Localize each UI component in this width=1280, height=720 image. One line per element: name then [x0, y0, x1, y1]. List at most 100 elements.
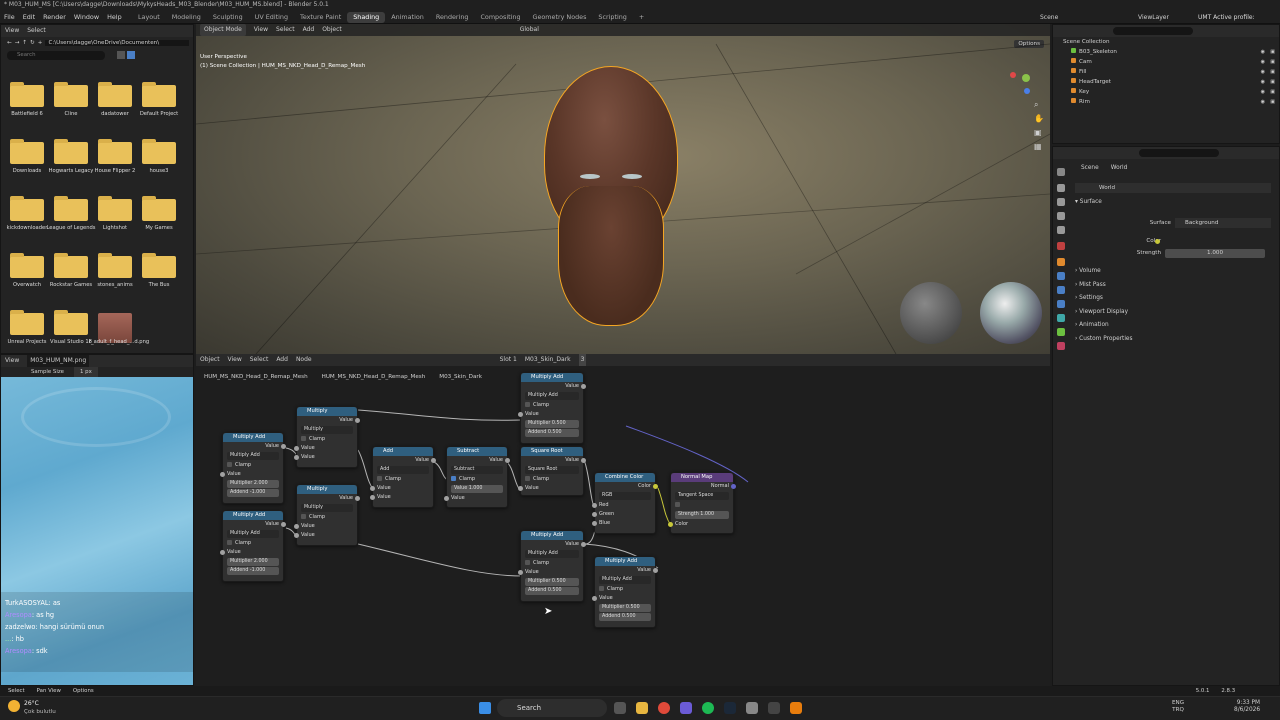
node-clamp[interactable]: Clamp — [595, 585, 655, 594]
folder-icon[interactable] — [98, 253, 132, 278]
properties-panel-header[interactable]: › Custom Properties — [1075, 333, 1133, 347]
input-socket[interactable] — [294, 524, 299, 529]
3d-viewport[interactable]: Object Mode View Select Add Object Globa… — [196, 24, 1050, 354]
node-clamp[interactable]: Clamp — [223, 539, 283, 548]
tab-animation[interactable]: Animation — [385, 12, 430, 23]
node-clamp[interactable]: Clamp — [297, 513, 357, 522]
addend-field[interactable]: Addend 0.500 — [525, 587, 579, 595]
outliner-item[interactable]: Key ◉ ▣ — [1053, 87, 1279, 97]
uv-map-icon[interactable] — [675, 502, 680, 507]
menu-window[interactable]: Window — [74, 12, 99, 23]
back-icon[interactable]: ← — [7, 40, 12, 46]
input-socket[interactable] — [220, 550, 225, 555]
outliner-item[interactable]: Cam ◉ ▣ — [1053, 57, 1279, 67]
tab-sculpting[interactable]: Sculpting — [207, 12, 249, 23]
tab-layout[interactable]: Layout — [132, 12, 166, 23]
render-tab-icon[interactable] — [1057, 184, 1065, 192]
clamp-checkbox[interactable] — [227, 462, 232, 467]
tab-shading[interactable]: Shading — [347, 12, 386, 23]
properties-panel-header[interactable]: › Animation — [1075, 319, 1133, 333]
output-socket[interactable] — [581, 542, 586, 547]
addend-field[interactable]: Addend -1.000 — [227, 489, 279, 497]
outliner-root[interactable]: Scene Collection — [1053, 37, 1279, 47]
render-visibility-icon[interactable]: ▣ — [1270, 77, 1275, 87]
render-visibility-icon[interactable]: ▣ — [1270, 47, 1275, 57]
node-clamp[interactable]: Clamp — [521, 559, 583, 568]
folder-icon[interactable] — [142, 82, 176, 107]
node-operation[interactable]: Add — [377, 466, 429, 474]
tool-tab-icon[interactable] — [1057, 168, 1065, 176]
output-socket[interactable] — [581, 384, 586, 389]
input-socket[interactable] — [294, 533, 299, 538]
node-clamp[interactable]: Clamp — [373, 475, 433, 484]
particles-tab-icon[interactable] — [1057, 286, 1065, 294]
pan-icon[interactable]: ✋ — [1034, 114, 1044, 123]
taskbar-search[interactable]: Search — [497, 699, 607, 717]
world-tab-icon[interactable] — [1057, 242, 1065, 250]
tab-texture-paint[interactable]: Texture Paint — [294, 12, 347, 23]
zoom-icon[interactable]: ⌕ — [1034, 100, 1038, 110]
display-mode-icon[interactable] — [117, 51, 125, 59]
folder-icon[interactable] — [98, 196, 132, 221]
node-clamp[interactable]: Clamp — [521, 475, 583, 484]
visibility-eye-icon[interactable]: ◉ — [1261, 77, 1265, 87]
value-field[interactable]: Value 1.000 — [451, 485, 503, 493]
input-socket[interactable] — [668, 522, 673, 527]
input-socket[interactable] — [444, 496, 449, 501]
data-tab-icon[interactable] — [1057, 328, 1065, 336]
view-layer[interactable]: ViewLayer — [1138, 12, 1169, 23]
node-multiply-add-bottom[interactable]: Multiply Add Value Multiply Add Clamp Va… — [592, 556, 658, 628]
node-clamp[interactable]: Clamp — [223, 461, 283, 470]
folder-icon[interactable] — [142, 253, 176, 278]
node-multiply-1[interactable]: Multiply Value Multiply Clamp Value Valu… — [294, 406, 360, 468]
multiplier-field[interactable]: Multiplier 0.500 — [525, 578, 579, 586]
image-view-menu[interactable]: View — [5, 355, 19, 367]
world-selector[interactable]: World — [1075, 183, 1271, 193]
output-socket[interactable] — [355, 496, 360, 501]
input-socket[interactable] — [370, 495, 375, 500]
menu-edit[interactable]: Edit — [23, 12, 35, 23]
multiplier-field[interactable]: Multiplier 0.500 — [525, 420, 579, 428]
node-clamp[interactable]: Clamp — [297, 435, 357, 444]
node-operation[interactable]: Multiply Add — [525, 392, 579, 400]
multiplier-field[interactable]: Multiplier 2.000 — [227, 480, 279, 488]
addend-field[interactable]: Addend -1.000 — [227, 567, 279, 575]
output-socket[interactable] — [281, 444, 286, 449]
node-operation[interactable]: Multiply Add — [227, 452, 279, 460]
menu-help[interactable]: Help — [107, 12, 122, 23]
folder-icon[interactable] — [54, 82, 88, 107]
clamp-checkbox[interactable] — [301, 514, 306, 519]
node-add[interactable]: Add Value Add Clamp Value Value — [370, 446, 436, 508]
breadcrumb-world[interactable]: World — [1111, 165, 1128, 171]
weather-icon[interactable] — [8, 700, 20, 712]
clamp-checkbox[interactable] — [599, 586, 604, 591]
chrome-icon[interactable] — [658, 702, 670, 714]
breadcrumb-scene[interactable]: Scene — [1081, 165, 1099, 171]
render-visibility-icon[interactable]: ▣ — [1270, 57, 1275, 67]
clamp-checkbox[interactable] — [525, 560, 530, 565]
parent-dir-icon[interactable]: ↑ — [22, 40, 27, 46]
outliner-item[interactable]: Rim ◉ ▣ — [1053, 97, 1279, 107]
output-socket[interactable] — [431, 458, 436, 463]
folder-icon[interactable] — [54, 196, 88, 221]
addend-field[interactable]: Addend 0.500 — [599, 613, 651, 621]
physics-tab-icon[interactable] — [1057, 300, 1065, 308]
surface-shader-field[interactable]: Background — [1175, 218, 1271, 228]
visibility-eye-icon[interactable]: ◉ — [1261, 57, 1265, 67]
menu-render[interactable]: Render — [43, 12, 66, 23]
visibility-eye-icon[interactable]: ◉ — [1261, 67, 1265, 77]
start-icon[interactable] — [479, 702, 491, 714]
input-socket[interactable] — [518, 412, 523, 417]
render-visibility-icon[interactable]: ▣ — [1270, 67, 1275, 77]
input-socket[interactable] — [592, 503, 597, 508]
grid-icon[interactable]: ▦ — [1034, 142, 1042, 151]
render-visibility-icon[interactable]: ▣ — [1270, 97, 1275, 107]
multiplier-field[interactable]: Multiplier 0.500 — [599, 604, 651, 612]
forward-icon[interactable]: → — [15, 40, 20, 46]
input-socket[interactable] — [370, 486, 375, 491]
node-multiply-add-left-1[interactable]: Multiply Add Value Multiply Add Clamp Va… — [220, 432, 286, 504]
tab-uv-editing[interactable]: UV Editing — [249, 12, 294, 23]
node-clamp[interactable]: Clamp — [521, 401, 583, 410]
clamp-checkbox[interactable] — [451, 476, 456, 481]
properties-panel-header[interactable]: › Viewport Display — [1075, 306, 1133, 320]
